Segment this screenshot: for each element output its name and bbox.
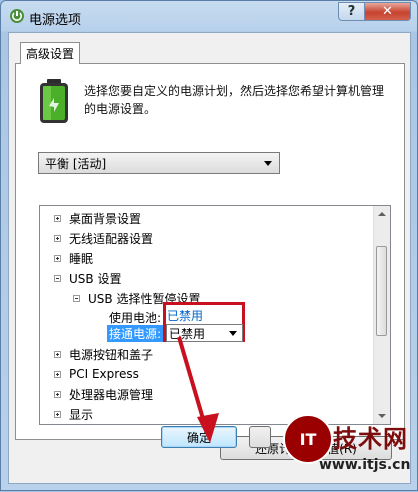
tree-item-label: 处理器电源管理	[69, 387, 154, 402]
scroll-up-icon[interactable]	[378, 212, 386, 216]
expand-icon[interactable]	[54, 214, 61, 222]
expand-icon[interactable]	[54, 370, 61, 378]
watermark-text: 技术网	[333, 425, 408, 453]
expand-icon[interactable]	[54, 410, 61, 418]
power-options-window: 电源选项 ? ✕ 高级设置 选择您要自定义的电源计划，然后选择您希望计算机管理的…	[0, 0, 418, 491]
tree-item-label: 使用电池:	[109, 310, 162, 325]
window-title: 电源选项	[29, 13, 82, 28]
tree-item-plugged-in[interactable]: 接通电源:	[107, 324, 164, 342]
plugged-in-value-select[interactable]: 已禁用	[166, 324, 243, 342]
plan-description: 选择您要自定义的电源计划，然后选择您希望计算机管理的电源设置。	[84, 84, 385, 116]
tree-item[interactable]: 无线适配器设置	[54, 228, 153, 248]
tree-item[interactable]: USB 设置	[54, 268, 121, 288]
collapse-icon[interactable]	[54, 274, 61, 282]
expand-icon[interactable]	[54, 254, 61, 262]
tree-item-label: 桌面背景设置	[69, 211, 142, 226]
close-button[interactable]: ✕	[364, 2, 411, 21]
power-options-icon	[10, 9, 24, 23]
power-plan-value: 平衡 [活动]	[45, 156, 107, 171]
tree-item-label: 睡眠	[69, 251, 94, 266]
title-bar: 电源选项 ? ✕	[1, 1, 417, 31]
tab-advanced-settings[interactable]: 高级设置	[20, 42, 80, 64]
power-plan-select[interactable]: 平衡 [活动]	[38, 152, 280, 174]
tree-item-label-selected: 接通电源:	[107, 324, 164, 342]
battery-value-link[interactable]: 已禁用	[167, 307, 203, 324]
tree-item[interactable]: 处理器电源管理	[54, 384, 153, 404]
expand-icon[interactable]	[54, 234, 61, 242]
tree-item[interactable]: 桌面背景设置	[54, 208, 141, 228]
settings-tree[interactable]: 桌面背景设置 无线适配器设置 睡眠 USB 设置 USB 选择性暂停设置 使用电…	[39, 205, 391, 425]
tree-item-label: USB 设置	[69, 271, 122, 286]
plugged-in-value: 已禁用	[169, 326, 206, 341]
tree-item-label: 显示	[69, 407, 94, 422]
settings-panel: 选择您要自定义的电源计划，然后选择您希望计算机管理的电源设置。 平衡 [活动] …	[15, 63, 405, 460]
tree-item-label: 无线适配器设置	[69, 231, 154, 246]
tree-scrollbar[interactable]	[373, 206, 390, 424]
tree-item[interactable]: 显示	[54, 404, 93, 424]
ok-button[interactable]: 确定	[161, 426, 237, 448]
tree-item[interactable]: 电源按钮和盖子	[54, 344, 153, 364]
collapse-icon[interactable]	[73, 294, 80, 302]
tree-item-label: PCI Express	[69, 367, 139, 381]
cancel-button[interactable]	[249, 426, 271, 448]
expand-icon[interactable]	[54, 350, 61, 358]
scroll-down-icon[interactable]	[378, 414, 386, 418]
help-button[interactable]: ?	[338, 2, 365, 21]
scroll-thumb[interactable]	[376, 246, 387, 336]
tree-item-label: 电源按钮和盖子	[69, 347, 154, 362]
tree-item[interactable]: PCI Express	[54, 364, 139, 384]
dialog-client-area: 高级设置 选择您要自定义的电源计划，然后选择您希望计算机管理的电源设置。 平衡 …	[8, 32, 411, 484]
expand-icon[interactable]	[54, 390, 61, 398]
battery-icon	[40, 79, 68, 123]
tree-item[interactable]: 睡眠	[54, 248, 93, 268]
chevron-down-icon	[264, 161, 272, 166]
chevron-down-icon	[229, 331, 237, 336]
watermark-url: www.itjs.cn	[319, 457, 411, 473]
